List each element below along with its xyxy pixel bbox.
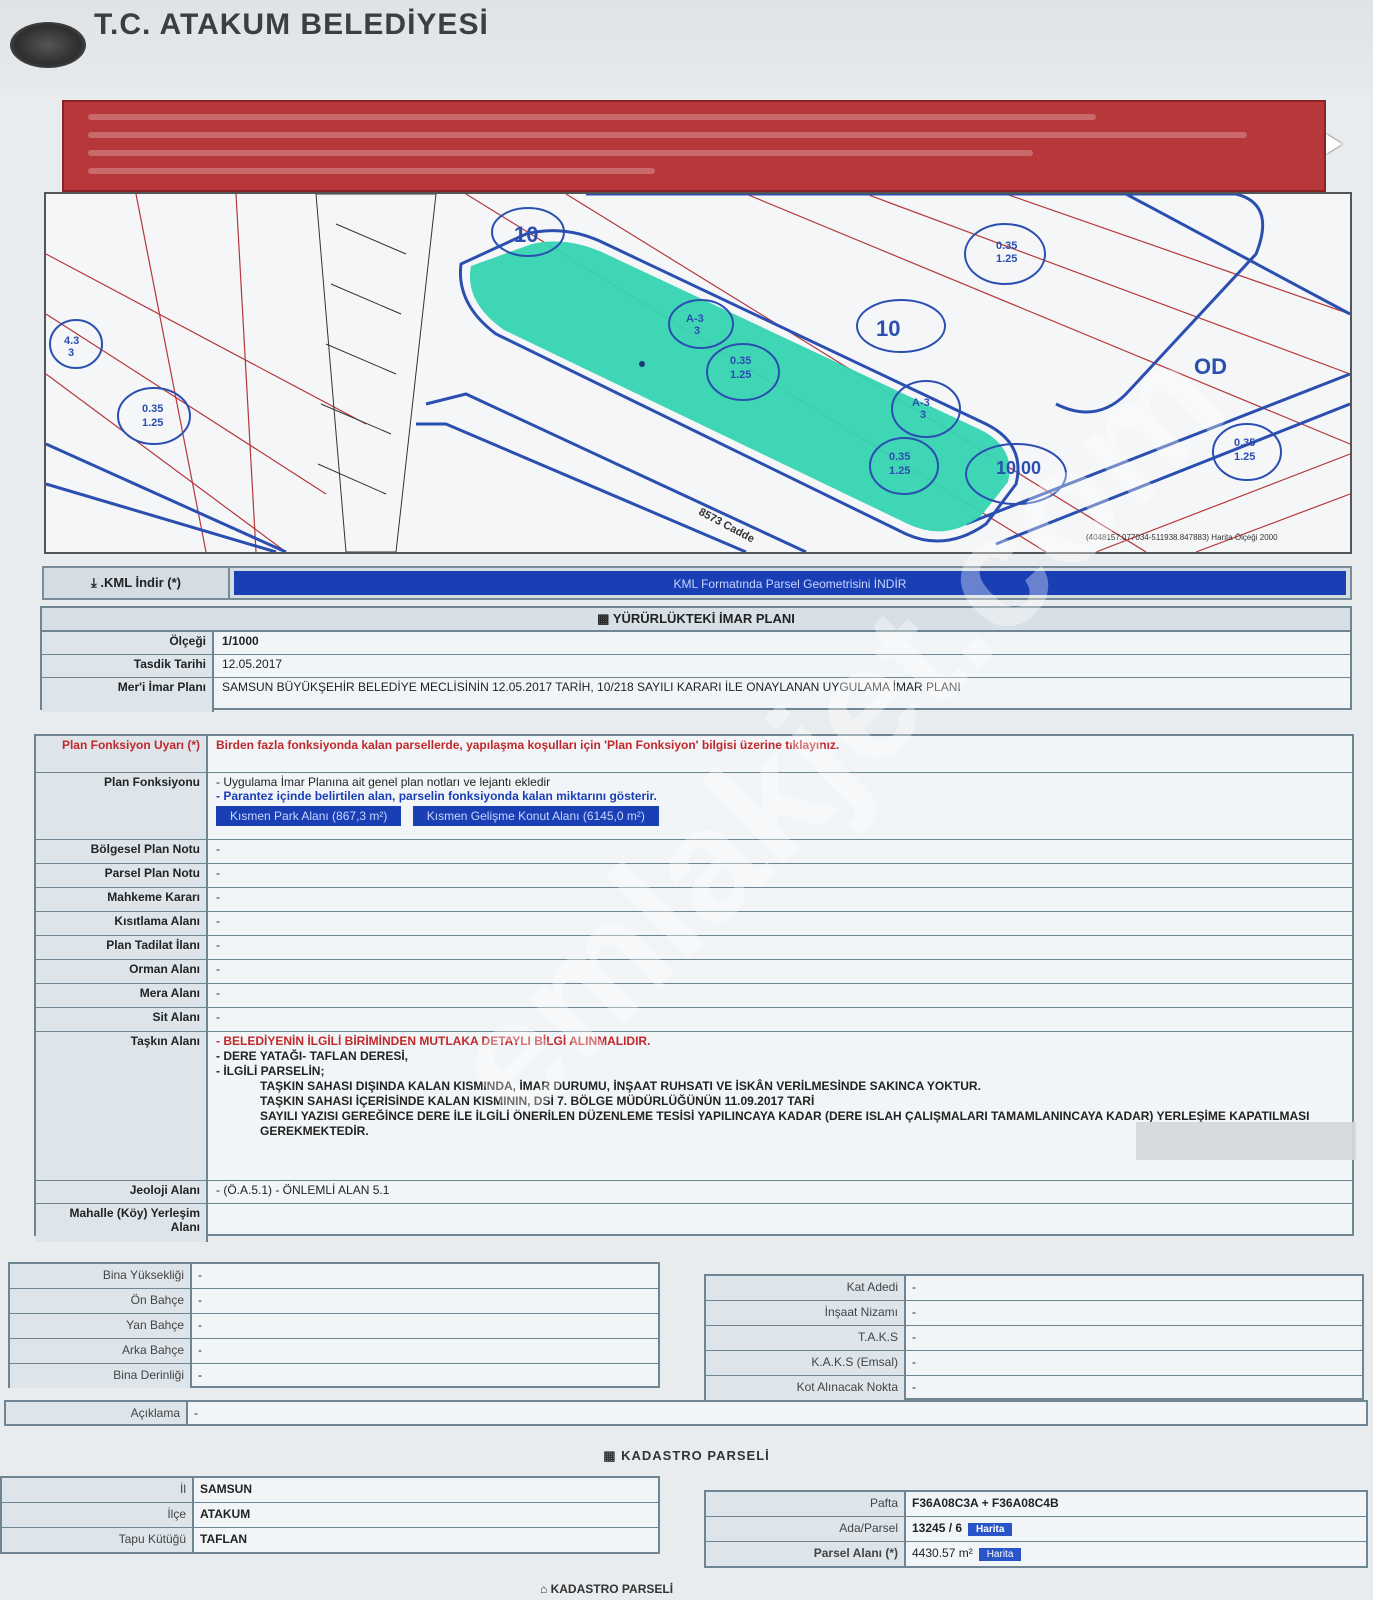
mouse-cursor-icon — [1326, 134, 1342, 154]
table-row: Ölçeği 1/1000 — [42, 631, 1350, 654]
svg-text:1.25: 1.25 — [1234, 451, 1255, 463]
municipality-logo — [10, 22, 86, 68]
kml-download-row: ⤓ .KML İndir (*) KML Formatında Parsel G… — [42, 566, 1352, 600]
svg-text:4.3: 4.3 — [64, 335, 79, 347]
table-row: Parsel Alanı (*) 4430.57 m² Harita — [706, 1541, 1366, 1566]
table-row: Ön Bahçe - — [10, 1288, 658, 1313]
svg-text:0.35: 0.35 — [889, 451, 910, 463]
table-row: Parsel Plan Notu - — [36, 863, 1352, 887]
svg-text:3: 3 — [68, 347, 74, 359]
table-row: Kısıtlama Alanı - — [36, 911, 1352, 935]
residential-area-button[interactable]: Kısmen Gelişme Konut Alanı (6145,0 m²) — [412, 806, 659, 826]
svg-text:1.25: 1.25 — [142, 417, 163, 429]
building-right-table: Kat Adedi - İnşaat Nizamı - T.A.K.S - K.A.K… — [704, 1274, 1364, 1400]
svg-text:OD: OD — [1194, 354, 1227, 379]
svg-text:3: 3 — [694, 325, 700, 337]
table-row: Bina Derinliği - — [10, 1363, 658, 1388]
description-row: Açıklama - — [4, 1400, 1368, 1426]
table-row: Kat Adedi - — [706, 1276, 1362, 1300]
page-title: T.C. ATAKUM BELEDİYESİ — [94, 8, 489, 41]
svg-text:0.35: 0.35 — [996, 240, 1017, 252]
ada-map-button[interactable]: Harita — [968, 1523, 1013, 1536]
table-row: Orman Alanı - — [36, 959, 1352, 983]
kml-download-button[interactable]: KML Formatında Parsel Geometrisini İNDİR — [234, 571, 1346, 595]
table-row: Ada/Parsel 13245 / 6 Harita — [706, 1516, 1366, 1541]
svg-text:A-3: A-3 — [912, 397, 930, 409]
table-row: Tasdik Tarihi 12.05.2017 — [42, 654, 1350, 677]
svg-text:0.35: 0.35 — [142, 403, 163, 415]
plan-function-row: Plan Fonksiyonu - Uygulama İmar Planına … — [36, 772, 1352, 839]
page-header: T.C. ATAKUM BELEDİYESİ — [0, 0, 1373, 95]
table-row: T.A.K.S - — [706, 1325, 1362, 1350]
table-row: Tapu Kütüğü TAFLAN — [2, 1527, 658, 1552]
svg-text:10: 10 — [876, 316, 900, 341]
grid-icon: ▦ — [603, 1448, 617, 1463]
table-row: İnşaat Nizamı - — [706, 1300, 1362, 1325]
imar-plan-section: ▦ YÜRÜRLÜKTEKİ İMAR PLANI Ölçeği 1/1000 … — [40, 606, 1352, 712]
svg-text:1.25: 1.25 — [730, 369, 751, 381]
svg-text:0.35: 0.35 — [1234, 437, 1255, 449]
building-left-table: Bina Yüksekliği - Ön Bahçe - Yan Bahçe - Ar… — [8, 1262, 660, 1388]
parcel-map[interactable]: 10 10 OD 0.35 1.25 0.35 1.25 0.35 1.25 0.35… — [44, 192, 1352, 554]
kml-download-label: ⤓ .KML İndir (*) — [44, 568, 230, 598]
download-icon: ⤓ — [90, 575, 97, 590]
svg-text:3: 3 — [920, 409, 926, 421]
table-row: İl SAMSUN — [2, 1478, 658, 1502]
svg-text:(4048157.077034-511938.847883): (4048157.077034-511938.847883) Harita Öl… — [1086, 533, 1278, 542]
table-row: Kot Alınacak Nokta - — [706, 1375, 1362, 1400]
table-row: Mer'i İmar Planı SAMSUN BÜYÜKŞEHİR BELED… — [42, 677, 1350, 712]
cadastre-footer: ⌂ KADASTRO PARSELİ — [540, 1582, 674, 1596]
area-map-button[interactable]: Harita — [978, 1548, 1022, 1561]
geology-row: Jeoloji Alanı - (Ö.A.5.1) - ÖNLEMLİ ALAN… — [36, 1180, 1352, 1203]
cadastre-left-table: İl SAMSUN İlçe ATAKUM Tapu Kütüğü TAFLAN — [0, 1476, 660, 1554]
home-icon: ⌂ — [540, 1582, 548, 1596]
table-row: İlçe ATAKUM — [2, 1502, 658, 1527]
redacted-area — [1136, 1122, 1356, 1160]
plan-warning-row: Plan Fonksiyon Uyarı (*) Birden fazla fo… — [36, 736, 1352, 772]
table-row: Arka Bahçe - — [10, 1338, 658, 1363]
table-row: Mera Alanı - — [36, 983, 1352, 1007]
svg-text:1.25: 1.25 — [996, 253, 1017, 265]
table-row: Bölgesel Plan Notu - — [36, 839, 1352, 863]
table-row: Yan Bahçe - — [10, 1313, 658, 1338]
table-row: Sit Alanı - — [36, 1007, 1352, 1031]
table-row: Bina Yüksekliği - — [10, 1264, 658, 1288]
table-row: Plan Tadilat İlanı - — [36, 935, 1352, 959]
park-area-button[interactable]: Kısmen Park Alanı (867,3 m²) — [216, 806, 402, 826]
table-icon: ▦ — [597, 611, 610, 626]
svg-text:10.00: 10.00 — [996, 458, 1041, 478]
table-row: Mahkeme Kararı - — [36, 887, 1352, 911]
village-settlement-row: Mahalle (Köy) Yerleşim Alanı — [36, 1203, 1352, 1242]
warning-banner — [62, 100, 1342, 192]
plan-detail-section: Plan Fonksiyon Uyarı (*) Birden fazla fo… — [34, 734, 1354, 1242]
table-row: K.A.K.S (Emsal) - — [706, 1350, 1362, 1375]
svg-text:1.25: 1.25 — [889, 465, 910, 477]
cadastre-header: ▦ KADASTRO PARSELİ — [603, 1448, 770, 1463]
svg-text:10: 10 — [514, 222, 538, 247]
cadastre-right-table: Pafta F36A08C3A + F36A08C4B Ada/Parsel 132… — [704, 1490, 1368, 1568]
imar-plan-header: ▦ YÜRÜRLÜKTEKİ İMAR PLANI — [42, 608, 1350, 631]
table-row: Pafta F36A08C3A + F36A08C4B — [706, 1492, 1366, 1516]
svg-text:A-3: A-3 — [686, 313, 704, 325]
svg-text:0.35: 0.35 — [730, 355, 751, 367]
